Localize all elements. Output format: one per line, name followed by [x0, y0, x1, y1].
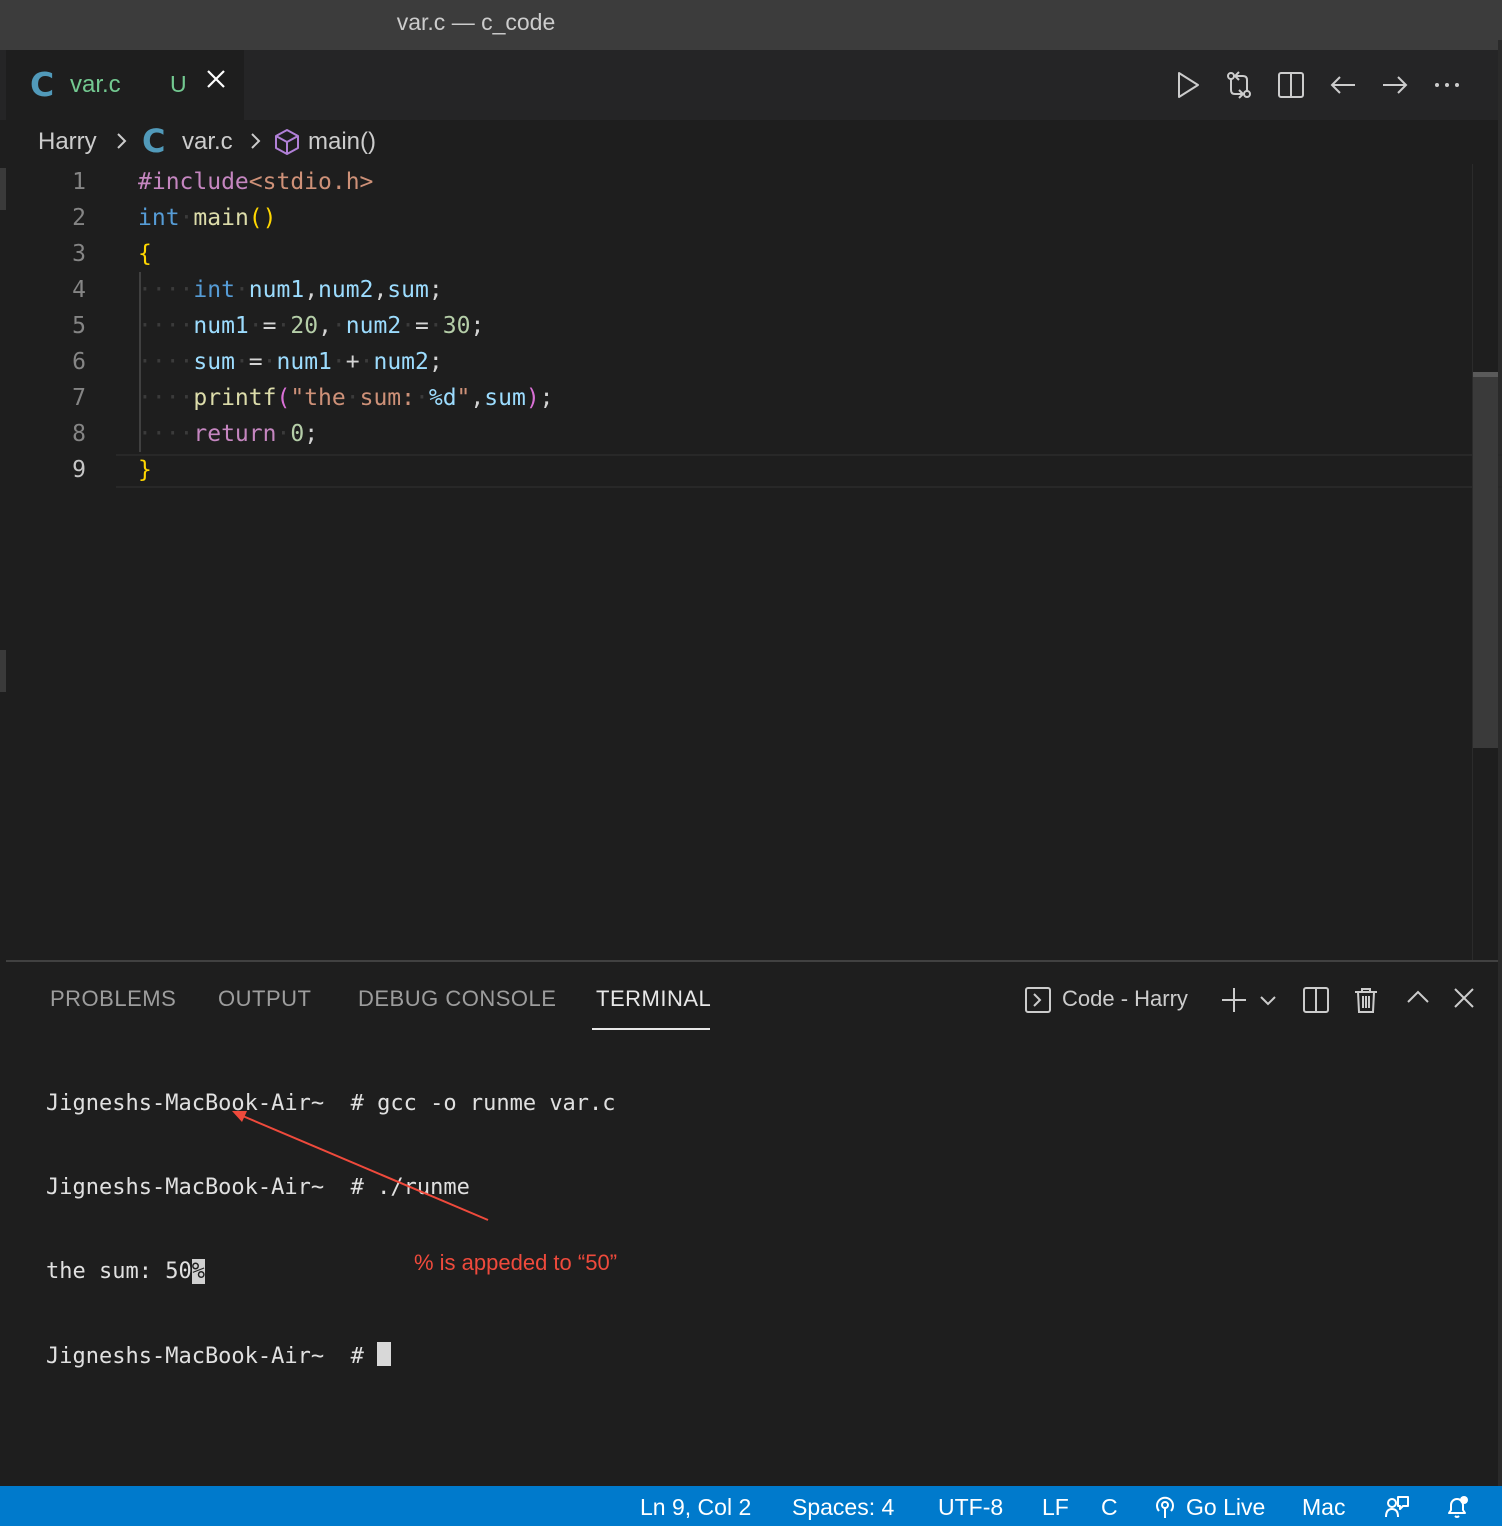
scrollbar-thumb[interactable] [1473, 376, 1498, 748]
line-number: 7 [72, 385, 86, 411]
terminal-line: Jigneshs-MacBook-Air~ # [46, 1342, 616, 1370]
close-icon[interactable] [204, 67, 228, 91]
cursor-position[interactable]: Ln 9, Col 2 [640, 1494, 751, 1521]
terminal-prompt: Jigneshs-MacBook-Air~ # [46, 1344, 378, 1369]
trash-icon[interactable] [1352, 986, 1380, 1014]
active-tab-indicator [592, 1028, 710, 1030]
chevron-right-icon [251, 133, 261, 149]
bottom-panel: PROBLEMS OUTPUT DEBUG CONSOLE TERMINAL C… [6, 960, 1498, 1486]
line-number: 4 [72, 277, 86, 303]
line-number: 6 [72, 349, 86, 375]
window-edge [1498, 40, 1502, 1490]
code-line: 2 int·main() [6, 200, 1472, 236]
code-line: 4 ····int·num1,num2,sum; [6, 272, 1472, 308]
terminal-cursor [377, 1342, 392, 1366]
tab-terminal[interactable]: TERMINAL [596, 986, 711, 1012]
code-text: #include<stdio.h> [138, 169, 374, 195]
line-number: 5 [72, 313, 86, 339]
code-text: int·main() [138, 205, 277, 231]
code-line: 8 ····return·0; [6, 416, 1472, 452]
split-editor-icon[interactable] [1276, 70, 1306, 100]
terminal-output[interactable]: Jigneshs-MacBook-Air~ # gcc -o runme var… [46, 1034, 616, 1426]
terminal-icon [1025, 987, 1051, 1013]
code-text: ····int·num1,num2,sum; [138, 277, 443, 303]
os-indicator[interactable]: Mac [1302, 1494, 1345, 1521]
split-terminal-icon[interactable] [1302, 986, 1330, 1014]
cursor-overview-mark [1473, 372, 1498, 377]
terminal-name[interactable]: Code - Harry [1062, 986, 1188, 1012]
code-line: 7 ····printf("the·sum:·%d",sum); [6, 380, 1472, 416]
terminal-line: Jigneshs-MacBook-Air~ # gcc -o runme var… [46, 1091, 616, 1116]
code-line: 3 { [6, 236, 1472, 272]
indentation[interactable]: Spaces: 4 [792, 1494, 894, 1521]
code-editor[interactable]: 1 #include<stdio.h> 2 int·main() 3 { 4 ·… [6, 164, 1502, 960]
code-line: 1 #include<stdio.h> [6, 164, 1472, 200]
c-file-icon: C [30, 65, 55, 104]
broadcast-icon [1156, 1496, 1174, 1518]
chevron-down-icon[interactable] [1258, 988, 1278, 1012]
code-line: 9 } [6, 452, 1472, 488]
code-text: } [138, 457, 152, 483]
code-text: ····return·0; [138, 421, 319, 447]
annotation-text: % is appeded to “50” [414, 1250, 618, 1275]
notifications-bell-icon[interactable] [1444, 1494, 1470, 1520]
go-live-button[interactable]: Go Live [1186, 1494, 1265, 1521]
breadcrumb-file[interactable]: var.c [182, 128, 233, 156]
tab-var-c[interactable]: C var.c U [6, 50, 244, 120]
compare-changes-icon[interactable] [1224, 70, 1254, 100]
program-output: the sum: 50 [46, 1259, 192, 1284]
file-encoding[interactable]: UTF-8 [938, 1494, 1003, 1521]
line-number: 8 [72, 421, 86, 447]
tab-output[interactable]: OUTPUT [218, 986, 311, 1012]
partial-line-marker: % [191, 1259, 205, 1284]
editor-tab-bar: C var.c U [0, 50, 1498, 120]
method-cube-icon [275, 129, 299, 155]
code-line: 6 ····sum·=·num1·+·num2; [6, 344, 1472, 380]
run-icon[interactable] [1172, 70, 1202, 100]
line-number: 2 [72, 205, 86, 231]
breadcrumb-folder[interactable]: Harry [38, 128, 97, 156]
code-text: { [138, 241, 152, 267]
more-actions-icon[interactable] [1432, 70, 1462, 100]
window-title: var.c — c_code [396, 9, 556, 35]
maximize-panel-icon[interactable] [1404, 984, 1432, 1012]
new-terminal-icon[interactable] [1220, 986, 1248, 1014]
line-number: 1 [72, 169, 86, 195]
editor-actions [1158, 50, 1498, 120]
breadcrumb: Harry C var.c main() [6, 120, 1496, 164]
code-text: ····num1·=·20,·num2·=·30; [138, 313, 485, 339]
tab-file-name: var.c [70, 71, 121, 98]
untracked-badge: U [170, 71, 187, 97]
end-of-line[interactable]: LF [1042, 1494, 1069, 1521]
terminal-line: Jigneshs-MacBook-Air~ # ./runme [46, 1175, 470, 1200]
line-number: 9 [72, 457, 86, 483]
chevron-right-icon [117, 133, 127, 149]
title-bar: var.c — c_code [0, 0, 1502, 50]
breadcrumb-symbol[interactable]: main() [308, 128, 376, 156]
status-bar: Ln 9, Col 2 Spaces: 4 UTF-8 LF C Go Live… [0, 1486, 1502, 1526]
tab-debug-console[interactable]: DEBUG CONSOLE [358, 986, 556, 1012]
close-panel-icon[interactable] [1450, 984, 1478, 1012]
feedback-icon[interactable] [1384, 1494, 1410, 1520]
go-forward-icon[interactable] [1380, 70, 1410, 100]
window-edge [0, 650, 6, 692]
window-edge [0, 168, 6, 210]
code-text: ····sum·=·num1·+·num2; [138, 349, 443, 375]
line-number: 3 [72, 241, 86, 267]
c-file-icon: C [142, 122, 166, 160]
go-back-icon[interactable] [1328, 70, 1358, 100]
language-mode[interactable]: C [1101, 1494, 1118, 1521]
code-line: 5 ····num1·=·20,·num2·=·30; [6, 308, 1472, 344]
code-text: ····printf("the·sum:·%d",sum); [138, 385, 554, 411]
tab-problems[interactable]: PROBLEMS [50, 986, 176, 1012]
